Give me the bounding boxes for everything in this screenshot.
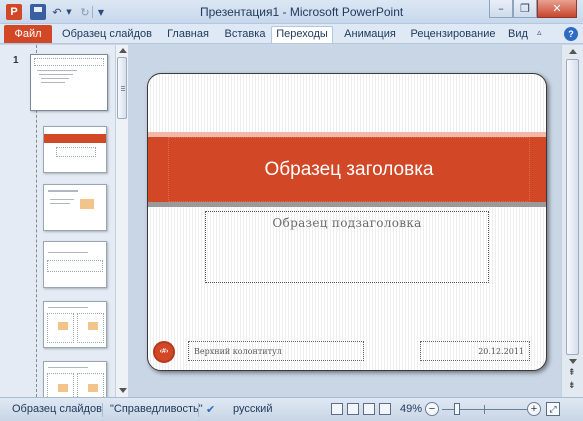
thumb-text-line bbox=[50, 199, 74, 200]
layout-thumbnail-two-content[interactable] bbox=[43, 301, 107, 348]
title-bar: P ↶ ▼ ↻ ▼ Презентация1 - Microsoft Power… bbox=[0, 0, 583, 24]
next-slide-icon[interactable]: ⇟ bbox=[568, 381, 576, 391]
date-text: 20.12.2011 bbox=[478, 347, 524, 356]
scroll-down-icon[interactable] bbox=[569, 359, 577, 364]
layout-thumbnail-title[interactable] bbox=[43, 126, 107, 173]
tab-animation[interactable]: Анимация bbox=[340, 27, 400, 44]
thumbnail-pane: 1 bbox=[0, 45, 128, 397]
tab-slide-master[interactable]: Образец слайдов bbox=[60, 27, 154, 44]
customize-toolbar-icon[interactable]: ▼ bbox=[96, 4, 106, 20]
grip-line bbox=[121, 86, 125, 87]
undo-dropdown-icon[interactable]: ▼ bbox=[65, 4, 73, 20]
thumbnail-scrollbar[interactable] bbox=[115, 45, 128, 397]
tab-insert[interactable]: Вставка bbox=[220, 27, 270, 44]
zoom-level[interactable]: 49% bbox=[400, 403, 422, 415]
slide-master-thumbnail[interactable] bbox=[30, 54, 108, 111]
footer-text: Верхний колонтитул bbox=[194, 347, 282, 356]
ribbon-tabs: Файл Образец слайдов Главная Вставка Пер… bbox=[0, 24, 583, 44]
scroll-down-icon[interactable] bbox=[119, 388, 127, 393]
zoom-in-button[interactable]: + bbox=[527, 402, 541, 416]
thumb-subtitle-placeholder bbox=[56, 147, 96, 157]
zoom-out-button[interactable]: − bbox=[425, 402, 439, 416]
spellcheck-icon[interactable]: ✔ bbox=[206, 403, 215, 416]
thumb-text-line bbox=[48, 252, 88, 253]
previous-slide-icon[interactable]: ⇞ bbox=[568, 368, 576, 378]
thumb-image bbox=[58, 322, 68, 330]
date-placeholder[interactable]: 20.12.2011 bbox=[420, 341, 530, 361]
zoom-slider-center-mark bbox=[484, 405, 485, 414]
help-icon[interactable]: ? bbox=[564, 27, 578, 41]
thumb-text-placeholder bbox=[47, 260, 103, 272]
tab-file[interactable]: Файл bbox=[4, 25, 52, 43]
thumb-text-line bbox=[50, 203, 70, 204]
window-title: Презентация1 - Microsoft PowerPoint bbox=[200, 5, 404, 19]
slideshow-icon[interactable] bbox=[379, 403, 391, 415]
slide-number-placeholder[interactable]: ‹#› bbox=[153, 341, 175, 363]
thumb-image bbox=[88, 322, 98, 330]
status-divider bbox=[198, 403, 199, 417]
status-bar: Образец слайдов "Справедливость" ✔ русск… bbox=[0, 397, 583, 421]
title-band-shadow bbox=[148, 202, 546, 207]
scroll-thumb[interactable] bbox=[566, 59, 579, 355]
thumb-image bbox=[58, 384, 68, 392]
theme-name[interactable]: "Справедливость" bbox=[110, 403, 203, 415]
slide-subtitle-text: Образец подзаголовка bbox=[272, 216, 422, 230]
status-divider bbox=[102, 403, 103, 417]
undo-icon[interactable]: ↶ bbox=[50, 4, 64, 20]
view-mode-label: Образец слайдов bbox=[12, 403, 102, 415]
fit-to-window-icon[interactable]: ⤢ bbox=[546, 402, 560, 416]
minimize-button[interactable]: – bbox=[489, 0, 513, 18]
tab-transitions[interactable]: Переходы bbox=[271, 26, 333, 43]
zoom-slider-knob[interactable] bbox=[454, 403, 460, 415]
grip-line bbox=[121, 90, 125, 91]
grip-line bbox=[121, 88, 125, 89]
slide-title-text: Образец заголовка bbox=[264, 158, 434, 180]
layout-thumbnail-comparison[interactable] bbox=[43, 361, 107, 397]
thumb-text-line bbox=[48, 190, 78, 192]
normal-view-icon[interactable] bbox=[331, 403, 343, 415]
minimize-ribbon-icon[interactable]: ▵ bbox=[537, 28, 542, 38]
thumb-text-line bbox=[41, 82, 65, 83]
thumb-title-band bbox=[44, 134, 106, 143]
title-placeholder[interactable]: Образец заголовка bbox=[168, 137, 530, 202]
restore-button[interactable]: ❐ bbox=[513, 0, 537, 18]
redo-icon[interactable]: ↻ bbox=[78, 4, 92, 20]
thumb-text-line bbox=[41, 78, 69, 79]
slide-canvas: Образец заголовка Образец подзаголовка ‹… bbox=[129, 45, 561, 397]
thumb-text-line bbox=[37, 70, 77, 71]
footer-placeholder[interactable]: Верхний колонтитул bbox=[188, 341, 364, 361]
language-label[interactable]: русский bbox=[233, 403, 272, 415]
close-button[interactable]: ✕ bbox=[537, 0, 577, 18]
powerpoint-icon[interactable]: P bbox=[6, 4, 22, 20]
slide-master-editor[interactable]: Образец заголовка Образец подзаголовка ‹… bbox=[147, 73, 547, 371]
canvas-scrollbar[interactable]: ⇞ ⇟ bbox=[561, 45, 583, 397]
thumb-text-line bbox=[39, 74, 73, 75]
toolbar-divider bbox=[92, 6, 93, 18]
tab-review[interactable]: Рецензирование bbox=[408, 27, 498, 44]
layout-thumbnail-content[interactable] bbox=[43, 184, 107, 231]
save-icon[interactable] bbox=[30, 4, 46, 20]
scroll-thumb[interactable] bbox=[117, 57, 127, 119]
thumb-text-line bbox=[48, 307, 88, 308]
layout-thumbnail-section[interactable] bbox=[43, 241, 107, 288]
tab-home[interactable]: Главная bbox=[160, 27, 216, 44]
scroll-up-icon[interactable] bbox=[569, 49, 577, 54]
slide-master-number: 1 bbox=[13, 55, 19, 66]
thumb-title-placeholder bbox=[34, 58, 104, 66]
tab-view[interactable]: Вид bbox=[506, 27, 530, 44]
thumb-image bbox=[88, 384, 98, 392]
scroll-up-icon[interactable] bbox=[119, 48, 127, 53]
subtitle-placeholder[interactable]: Образец подзаголовка bbox=[205, 211, 489, 283]
slide-sorter-icon[interactable] bbox=[347, 403, 359, 415]
thumb-image bbox=[80, 199, 94, 209]
reading-view-icon[interactable] bbox=[363, 403, 375, 415]
thumb-text-line bbox=[48, 367, 88, 368]
